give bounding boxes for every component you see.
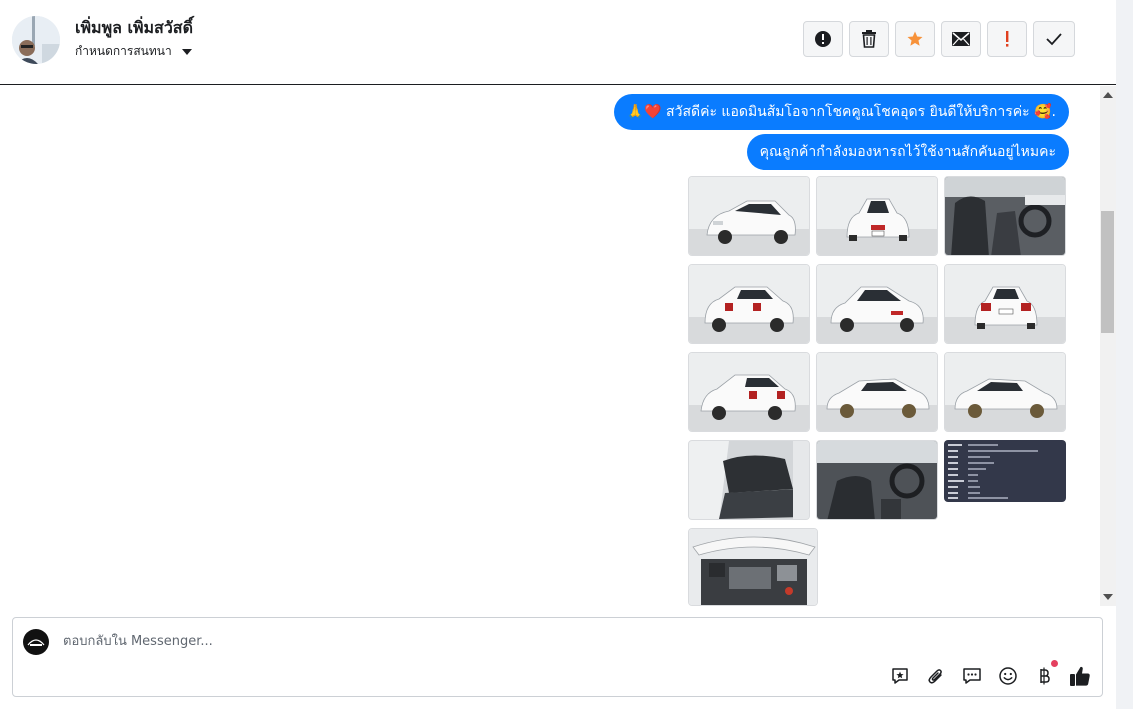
thread-scrollbar[interactable]: [1100, 86, 1116, 606]
attachment-photo-rear[interactable]: [944, 264, 1066, 344]
follow-up-button[interactable]: [987, 21, 1027, 57]
saved-reply-icon[interactable]: [888, 664, 912, 688]
star-icon: [907, 31, 923, 46]
contact-name: เพิ่มพูล เพิ่มสวัสดิ์: [75, 18, 193, 37]
notification-dot: [1051, 660, 1058, 667]
attachment-photo-rear-seats[interactable]: [688, 440, 810, 520]
attachment-photo-side-right[interactable]: [816, 352, 938, 432]
attachment-photo-rear-left[interactable]: [688, 264, 810, 344]
done-button[interactable]: [1033, 21, 1075, 57]
reply-composer: [12, 617, 1103, 697]
spam-button[interactable]: [803, 21, 843, 57]
message-thread: 🙏❤️ สวัสดีค่ะ แอดมินส้มโอจากโชคคูณโชคอุด…: [0, 86, 1100, 606]
window-edge: [1116, 0, 1133, 709]
page-avatar: [23, 629, 49, 655]
delete-button[interactable]: [849, 21, 889, 57]
scrollbar-thumb[interactable]: [1101, 211, 1114, 333]
conversation-actions: [803, 21, 1075, 57]
attachment-photo-front-left[interactable]: [688, 176, 810, 256]
message-bubble-icon[interactable]: [960, 664, 984, 688]
attach-icon[interactable]: [924, 664, 948, 688]
envelope-icon: [952, 32, 970, 46]
attachment-photo-rear-right[interactable]: [688, 352, 810, 432]
alert-circle-icon: [815, 31, 831, 47]
attachment-photo-front-right[interactable]: [816, 264, 938, 344]
check-icon: [1046, 33, 1062, 46]
message-bubble[interactable]: คุณลูกค้ากำลังมองหารถไว้ใช้งานสักคันอยู่…: [746, 134, 1069, 170]
caret-down-icon: [181, 48, 192, 55]
avatar[interactable]: [12, 16, 60, 64]
attachment-photo-front[interactable]: [816, 176, 938, 256]
conversation-header: เพิ่มพูล เพิ่มสวัสดิ์ กำหนดการสนทนา: [0, 0, 1116, 85]
message-bubble[interactable]: 🙏❤️ สวัสดีค่ะ แอดมินส้มโอจากโชคคูณโชคอุด…: [613, 94, 1069, 130]
attachment-registration-document[interactable]: [944, 440, 1066, 502]
assign-label: กำหนดการสนทนา: [75, 44, 172, 58]
reply-input[interactable]: [61, 628, 965, 654]
emoji-icon[interactable]: [996, 664, 1020, 688]
scroll-up-arrow-icon[interactable]: [1103, 92, 1113, 98]
composer-toolbar: [888, 660, 1092, 688]
like-icon[interactable]: [1068, 664, 1092, 688]
scroll-down-arrow-icon[interactable]: [1103, 594, 1113, 600]
attachment-photo-engine-bay[interactable]: [688, 528, 818, 606]
star-button[interactable]: [895, 21, 935, 57]
trash-icon: [862, 30, 876, 48]
baht-payment-icon[interactable]: [1032, 660, 1058, 688]
attachment-photo-dashboard[interactable]: [816, 440, 938, 520]
exclamation-icon: [1006, 31, 1009, 47]
attachment-photo-side-left[interactable]: [944, 352, 1066, 432]
attachment-photo-interior-driver[interactable]: [944, 176, 1066, 256]
assign-conversation-dropdown[interactable]: กำหนดการสนทนา: [75, 42, 192, 61]
mark-unread-button[interactable]: [941, 21, 981, 57]
